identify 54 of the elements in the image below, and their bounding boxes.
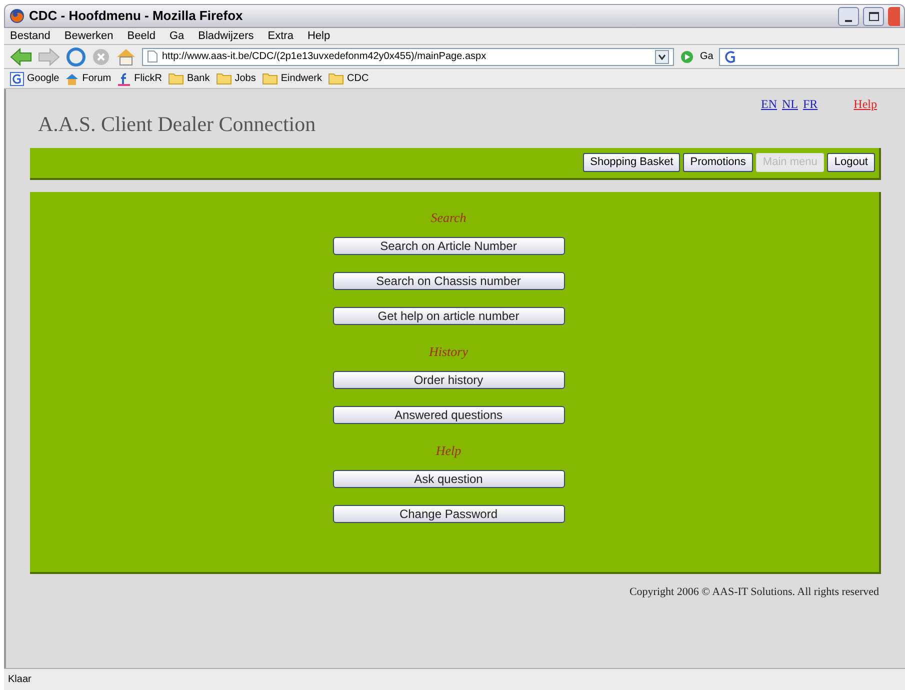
menu-item[interactable]: Ga [169, 28, 184, 44]
language-link[interactable]: FR [802, 95, 818, 113]
firefox-icon [9, 8, 25, 24]
dropdown-icon[interactable] [655, 50, 669, 64]
menu-item[interactable]: Bewerken [64, 28, 114, 44]
go-label[interactable]: Ga [700, 49, 714, 64]
menu-item[interactable]: Help [307, 28, 330, 44]
bookmark-link[interactable]: CDC [347, 71, 369, 86]
copyright-text: Copyright 2006 © AAS-IT Solutions. All rights reserved [629, 584, 879, 600]
site-title: A.A.S. Client Dealer Connection [38, 111, 317, 138]
menu-button[interactable]: Ask question [332, 470, 564, 488]
bookmark-link[interactable]: Jobs [234, 71, 256, 86]
folder-icon [216, 72, 232, 85]
window-title: CDC - Hoofdmenu - Mozilla Firefox [29, 7, 243, 26]
menu-button[interactable]: Search on Article Number [332, 236, 564, 254]
language-link[interactable]: NL [782, 95, 798, 113]
google-icon [10, 72, 24, 86]
menu-button[interactable]: Change Password [332, 504, 564, 522]
status-text: Klaar [8, 673, 32, 687]
menu-item[interactable]: Beeld [127, 28, 156, 44]
nav-button[interactable]: Promotions [683, 153, 753, 172]
back-arrow-icon[interactable] [10, 48, 32, 66]
bookmark-link[interactable]: Forum [82, 71, 112, 86]
menu-button[interactable]: Search on Chassis number [332, 272, 564, 290]
house-icon [65, 72, 80, 86]
home-icon[interactable] [116, 48, 136, 66]
bookmark-link[interactable]: Bank [186, 71, 210, 86]
nav-button[interactable]: Shopping Basket [583, 153, 680, 172]
minimize-button[interactable] [838, 6, 859, 26]
address-field[interactable]: http://www.aas-it.be/CDC/(2p1e13uvxedefonm42y0x455)/mainPage.aspx [142, 48, 674, 66]
f-icon [117, 72, 132, 86]
section-heading: History [429, 342, 468, 360]
folder-icon [328, 72, 344, 85]
menu-item[interactable]: Bestand [10, 28, 50, 44]
bookmark-link[interactable]: Eindwerk [280, 71, 322, 86]
stop-icon[interactable] [92, 48, 110, 66]
search-field[interactable] [719, 48, 899, 66]
menu-button[interactable]: Order history [332, 370, 564, 388]
bookmark-link[interactable]: FlickR [134, 71, 162, 86]
maximize-button[interactable] [863, 6, 884, 26]
page-icon [147, 50, 158, 63]
folder-icon [168, 72, 184, 85]
folder-icon [262, 72, 278, 85]
forward-arrow-icon[interactable] [38, 48, 60, 66]
menu-button[interactable]: Answered questions [332, 406, 564, 424]
bookmark-link[interactable]: Google [27, 71, 60, 86]
menu-item[interactable]: Bladwijzers [198, 28, 254, 44]
nav-button[interactable]: Logout [827, 153, 875, 172]
section-heading: Help [436, 442, 462, 460]
menu-item[interactable]: Extra [268, 28, 294, 44]
go-icon[interactable] [680, 50, 694, 64]
menu-button[interactable]: Get help on article number [332, 306, 564, 324]
language-link[interactable]: EN [760, 95, 777, 113]
section-heading: Search [430, 208, 466, 226]
